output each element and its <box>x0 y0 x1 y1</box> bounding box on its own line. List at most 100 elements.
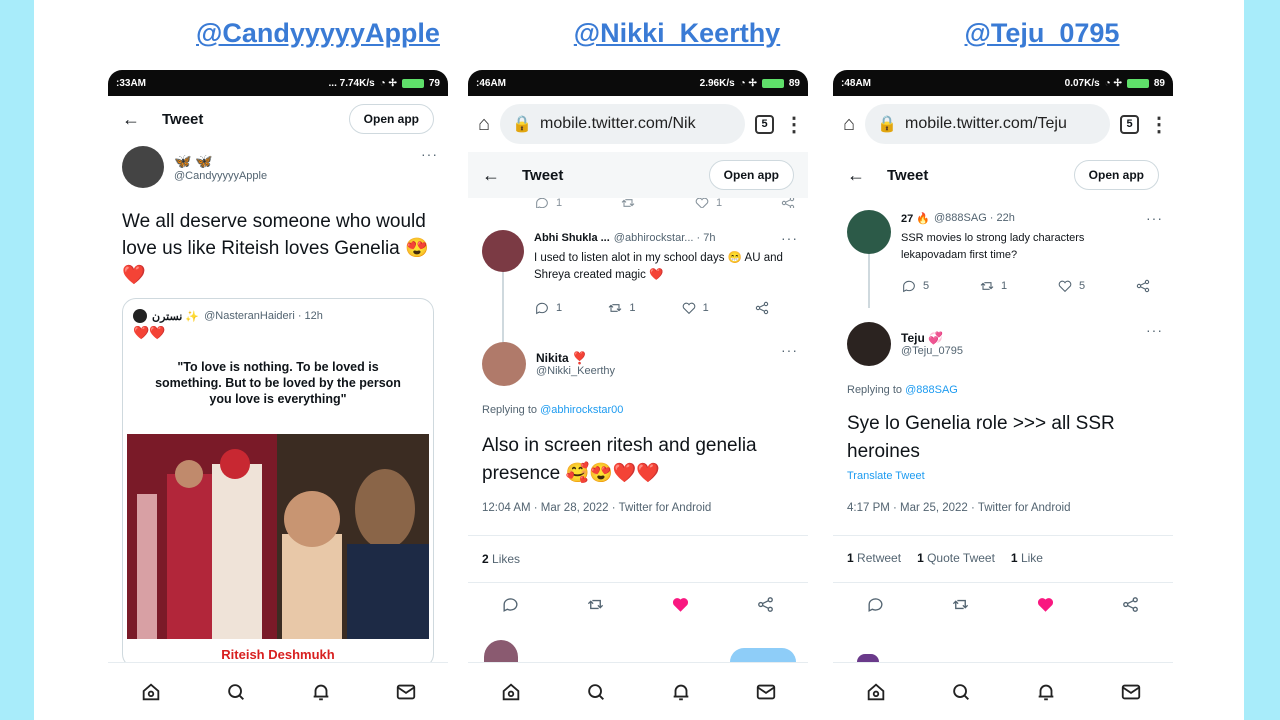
home-icon[interactable] <box>140 681 162 703</box>
open-app-button[interactable]: Open app <box>1073 160 1159 190</box>
reply-actions: 1 1 1 <box>534 300 770 316</box>
phone-screenshot-2: :46AM 2.96K/s ◔ ✢ 89 ⌂ 🔒 mobile.twitter.com… <box>468 70 808 720</box>
quote-tweet-card[interactable]: نسترن ✨ @NasteranHaideri · 12h ❤️❤️ "To … <box>122 298 434 668</box>
retweets-label: Retweet <box>857 551 902 565</box>
messages-icon[interactable] <box>1120 681 1142 703</box>
liked-heart-icon[interactable] <box>1036 595 1055 614</box>
thread-line <box>502 272 504 352</box>
retweet-icon[interactable] <box>951 595 970 614</box>
bottom-nav <box>108 662 448 720</box>
home-icon[interactable] <box>500 681 522 703</box>
header-title: Tweet <box>522 166 564 184</box>
author-handle[interactable]: @CandyyyyyApple <box>174 170 411 182</box>
liked-heart-icon[interactable] <box>671 595 690 614</box>
author-name[interactable]: Teju 💞 <box>901 331 1136 345</box>
address-field[interactable]: 🔒 mobile.twitter.com/Nik <box>500 104 745 144</box>
avatar[interactable] <box>847 322 891 366</box>
messages-icon[interactable] <box>395 681 417 703</box>
author-name[interactable]: 🦋 🦋 <box>174 153 411 170</box>
retweet-count: 1 <box>629 302 636 314</box>
share-icon[interactable] <box>1121 595 1140 614</box>
notifications-icon[interactable] <box>670 681 692 703</box>
status-network: ... 7.74K/s <box>328 77 375 89</box>
quote-author-name: نسترن ✨ <box>152 310 200 323</box>
like-icon <box>682 302 695 315</box>
replying-to-link[interactable]: @abhirockstar00 <box>540 404 623 416</box>
share-icon <box>1136 279 1150 293</box>
tweet-actions <box>833 595 1173 614</box>
more-options-icon[interactable]: ··· <box>781 230 798 246</box>
search-icon[interactable] <box>950 681 972 703</box>
back-arrow-icon[interactable]: ← <box>482 165 522 186</box>
reply-icon <box>536 302 548 315</box>
reply-author-handle[interactable]: @888SAG · 22h <box>934 212 1142 224</box>
phone-screenshot-3: :48AM 0.07K/s ◔ ✢ 89 ⌂ 🔒 mobile.twitter.com… <box>833 70 1173 720</box>
bottom-nav <box>833 662 1173 720</box>
author-handle[interactable]: @Nikki_Keerthy <box>536 365 771 377</box>
quote-caption: "To love is nothing. To be loved is some… <box>155 360 401 406</box>
battery-icon <box>401 78 424 88</box>
likes-label: Like <box>1020 551 1043 565</box>
browser-url-bar: ⌂ 🔒 mobile.twitter.com/Nik 5 ⋮ <box>468 96 808 152</box>
more-options-icon[interactable]: ··· <box>781 342 798 358</box>
likes-label[interactable]: Likes <box>492 552 520 566</box>
tab-switcher-button[interactable]: 5 <box>755 114 774 134</box>
reply-icon[interactable] <box>501 595 520 614</box>
avatar[interactable] <box>122 146 164 188</box>
notifications-icon[interactable] <box>1035 681 1057 703</box>
replying-to-label: Replying to <box>482 404 541 416</box>
messages-icon[interactable] <box>755 681 777 703</box>
divider <box>833 582 1173 583</box>
browser-home-icon[interactable]: ⌂ <box>843 113 855 136</box>
back-arrow-icon[interactable]: ← <box>847 165 887 186</box>
author-handle[interactable]: @Teju_0795 <box>901 345 1136 357</box>
wifi-icon: ◔ ✢ <box>379 77 397 89</box>
status-time: :48AM <box>841 77 872 89</box>
status-bar: :33AM ... 7.74K/s ◔ ✢ 79 <box>108 70 448 96</box>
replying-to: Replying to @888SAG <box>847 384 958 396</box>
thread-line <box>868 254 870 308</box>
reply-button[interactable] <box>730 648 796 662</box>
search-icon[interactable] <box>225 681 247 703</box>
avatar[interactable] <box>482 342 526 386</box>
browser-menu-icon[interactable]: ⋮ <box>1149 112 1169 137</box>
back-arrow-icon[interactable]: ← <box>122 109 162 130</box>
author-name[interactable]: Nikita ❣️ <box>536 351 771 365</box>
open-app-button[interactable]: Open app <box>708 160 794 190</box>
header-title: Tweet <box>887 166 929 184</box>
share-icon <box>755 301 769 315</box>
reply-tweet[interactable]: Abhi Shukla ... @abhirockstar... · 7h ··… <box>482 230 798 352</box>
search-icon[interactable] <box>585 681 607 703</box>
avatar[interactable] <box>482 230 524 272</box>
home-icon[interactable] <box>865 681 887 703</box>
reply-tweet[interactable]: 27 🔥 @888SAG · 22h ··· SSR movies lo str… <box>847 210 1163 308</box>
share-icon[interactable] <box>756 595 775 614</box>
couple-photo[interactable] <box>127 434 429 639</box>
tweet-timestamp: 12:04 AM · Mar 28, 2022 · Twitter for An… <box>482 502 712 514</box>
address-field[interactable]: 🔒 mobile.twitter.com/Teju <box>865 104 1110 144</box>
more-options-icon[interactable]: ··· <box>1146 210 1163 226</box>
open-app-button[interactable]: Open app <box>348 104 434 134</box>
reply-icon[interactable] <box>866 595 885 614</box>
more-options-icon[interactable]: ··· <box>421 146 438 162</box>
next-reply-avatar <box>857 654 879 662</box>
translate-link[interactable]: Translate Tweet <box>847 470 925 482</box>
avatar[interactable] <box>847 210 891 254</box>
share-icon <box>781 198 795 208</box>
retweet-icon <box>621 199 635 207</box>
reply-author-name[interactable]: Abhi Shukla ... <box>534 232 610 244</box>
replying-to-link[interactable]: @888SAG <box>905 384 958 396</box>
like-icon <box>695 198 709 208</box>
more-options-icon[interactable]: ··· <box>1146 322 1163 338</box>
battery-level: 89 <box>1153 77 1165 89</box>
reply-author-name[interactable]: 27 🔥 <box>901 212 930 225</box>
tab-switcher-button[interactable]: 5 <box>1120 114 1139 134</box>
reply-icon <box>903 280 915 293</box>
retweet-icon[interactable] <box>586 595 605 614</box>
reply-author-handle[interactable]: @abhirockstar... · 7h <box>614 232 777 244</box>
tweet-header: ← Tweet Open app <box>108 96 448 142</box>
tweet-header: ← Tweet Open app <box>468 152 808 198</box>
browser-home-icon[interactable]: ⌂ <box>478 113 490 136</box>
browser-menu-icon[interactable]: ⋮ <box>784 112 804 137</box>
notifications-icon[interactable] <box>310 681 332 703</box>
